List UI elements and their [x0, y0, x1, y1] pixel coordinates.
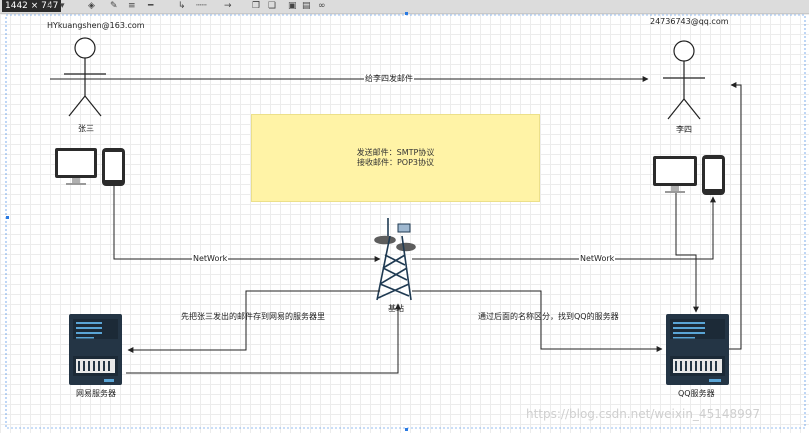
phone-right-icon[interactable] — [702, 155, 725, 195]
watermark: https://blog.csdn.net/weixin_45148997 — [526, 407, 761, 421]
right-email-label[interactable]: 24736743@qq.com — [650, 17, 729, 27]
netease-server-icon[interactable] — [69, 314, 122, 385]
left-email-label[interactable]: HYkuangshen@163.com — [47, 21, 145, 31]
tower-label[interactable]: 基站 — [388, 304, 404, 314]
monitor-right-icon[interactable] — [653, 156, 697, 193]
selection-handle-bottom[interactable] — [405, 428, 408, 431]
left-path-label[interactable]: 先把张三发出的邮件存到网易的服务器里 — [181, 312, 325, 322]
netease-server-label[interactable]: 网易服务器 — [76, 389, 116, 399]
qq-server-icon[interactable] — [666, 314, 729, 385]
person-left-icon[interactable] — [64, 37, 106, 117]
qq-server-label[interactable]: QQ服务器 — [678, 389, 715, 399]
person-right-icon[interactable] — [663, 40, 705, 120]
right-person-name[interactable]: 李四 — [676, 125, 692, 135]
right-path-label[interactable]: 通过后面的名称区分，找到QQ的服务器 — [478, 312, 619, 322]
network-right-connector[interactable] — [412, 196, 716, 260]
qq-to-person-connector[interactable] — [729, 82, 742, 350]
phone-left-icon[interactable] — [102, 148, 125, 186]
monitor-left-icon[interactable] — [55, 148, 97, 185]
note-line-smtp: 发送邮件：SMTP协议 — [356, 148, 435, 157]
network-right-label[interactable]: NetWork — [579, 254, 616, 264]
protocol-note[interactable]: 发送邮件：SMTP协议 接收邮件：POP3协议 — [251, 114, 540, 202]
left-person-name[interactable]: 张三 — [78, 124, 94, 134]
note-line-pop3: 接收邮件：POP3协议 — [356, 158, 435, 167]
send-email-label[interactable]: 给李四发邮件 — [364, 74, 414, 84]
selection-handle-left[interactable] — [6, 216, 9, 219]
network-left-label[interactable]: NetWork — [192, 254, 229, 264]
qq-to-monitor-connector[interactable] — [675, 193, 699, 313]
diagram-graphics — [5, 12, 806, 431]
selection-handle-top[interactable] — [405, 12, 408, 15]
cell-tower-icon[interactable] — [374, 218, 416, 301]
